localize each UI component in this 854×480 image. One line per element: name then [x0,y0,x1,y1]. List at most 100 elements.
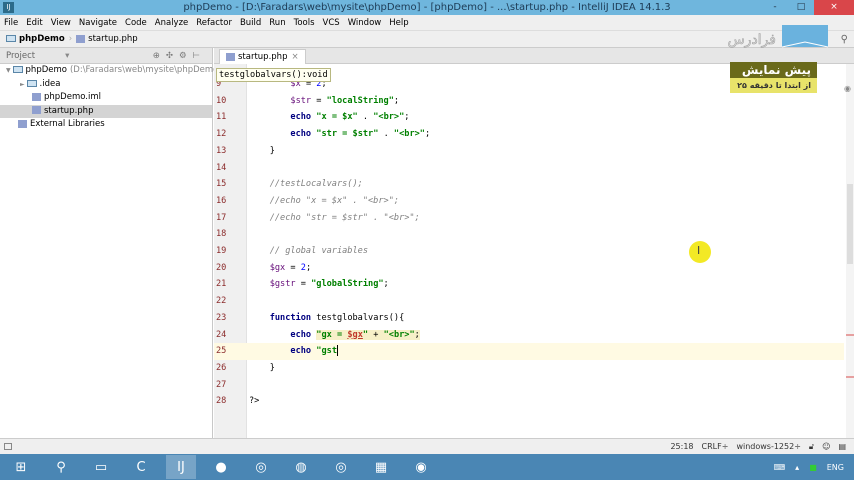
line-separator[interactable]: CRLF÷ [702,442,729,451]
tree-item[interactable]: startup.php [0,104,212,118]
line-number: 23 [216,312,227,323]
menu-vcs[interactable]: VCS [323,18,340,28]
code-token: echo [290,346,312,357]
breadcrumb-project[interactable]: phpDemo [6,34,65,44]
maximize-button[interactable]: □ [788,0,814,15]
camtasia-icon[interactable]: C [126,455,156,479]
code-line[interactable]: 12 echo "str = $str" . "<br>"; [214,126,844,143]
search-icon[interactable]: ⚲ [46,455,76,479]
code-line[interactable]: 23 function testglobalvars(){ [214,310,844,327]
code-line[interactable]: 27 [214,377,844,394]
code-line[interactable]: 21 $gstr = "globalString"; [214,276,844,293]
tree-item[interactable]: ► .idea [0,78,212,92]
menu-run[interactable]: Run [269,18,285,28]
code-token: . [378,129,394,140]
tray-app-icon[interactable]: ■ [809,463,817,472]
menu-help[interactable]: Help [389,18,408,28]
code-line[interactable]: 24 echo "gx = $gx" + "<br>"; [214,327,844,344]
firefox-icon[interactable]: ● [206,455,236,479]
minimize-button[interactable]: - [762,0,788,15]
menu-tools[interactable]: Tools [294,18,315,28]
code-line[interactable]: 22 [214,293,844,310]
tree-item[interactable]: phpDemo.iml [0,91,212,105]
code-text: echo "gst [249,343,338,360]
chrome-icon[interactable]: ◉ [406,455,436,479]
menu-window[interactable]: Window [348,18,382,28]
menu-refactor[interactable]: Refactor [196,18,232,28]
scrollbar-thumb[interactable] [847,184,853,264]
lock-icon[interactable]: 🔓︎ [809,442,814,452]
promo-badge: پیش نمایش از ابتدا تا دقیقه ۲۵ [730,62,817,93]
event-log-icon[interactable]: ▤ [838,442,846,451]
code-token: ?> [249,396,260,407]
line-number: 25 [216,346,227,357]
menu-edit[interactable]: Edit [26,18,42,28]
code-token: "gx = [316,329,348,340]
spreadsheet-icon[interactable]: ▦ [366,455,396,479]
menu-view[interactable]: View [51,18,71,28]
tree-item-label: .idea [39,78,61,89]
code-line[interactable]: 11 echo "x = $x" . "<br>"; [214,109,844,126]
code-token: "<br>" [383,329,415,340]
code-line[interactable]: 28 ?> [214,393,844,410]
search-icon[interactable]: ⚲ [841,34,848,45]
close-button[interactable]: × [814,0,854,15]
editor-scrollbar[interactable] [846,64,854,438]
code-line[interactable]: 17 //echo "str = $str" . "<br>"; [214,210,844,227]
code-line[interactable]: 10 $str = "localString"; [214,93,844,110]
line-number: 10 [216,95,227,106]
code-line[interactable]: 19 // global variables [214,243,844,260]
code-line[interactable]: 13 } [214,143,844,160]
code-token: "<br>" [393,129,425,140]
file-explorer-icon[interactable]: ▭ [86,455,116,479]
menu-file[interactable]: File [4,18,18,28]
code-line[interactable]: 15 //testLocalvars(); [214,176,844,193]
menu-code[interactable]: Code [125,18,147,28]
eye-icon[interactable]: ◉ [844,84,851,93]
tab-close-icon[interactable]: × [291,52,298,62]
tree-item[interactable]: External Libraries [0,118,212,132]
caret-position[interactable]: 25:18 [670,442,693,451]
panel-tools-icons[interactable]: ⊕✣⚙⊢ [153,51,206,61]
tree-item[interactable]: ▼ phpDemo (D:\Faradars\web\mysite\phpDemo… [0,64,222,78]
code-token: ; [305,262,312,273]
file-encoding[interactable]: windows-1252÷ [736,442,800,451]
code-line[interactable]: 18 [214,226,844,243]
inspector-icon[interactable]: ☺ [822,442,830,451]
line-number: 20 [216,262,227,273]
tab-startup-php[interactable]: startup.php × [219,49,306,64]
code-text: echo "gx = $gx" + "<br>"; [249,327,420,344]
code-token: "x = $x" [316,112,358,123]
menu-analyze[interactable]: Analyze [155,18,189,28]
code-line[interactable]: 20 $gx = 2; [214,260,844,277]
code-text: function testglobalvars(){ [249,310,405,327]
intellij-icon[interactable]: IJ [166,455,196,479]
error-marker[interactable] [846,334,854,336]
menu-navigate[interactable]: Navigate [79,18,117,28]
code-line[interactable]: 25 echo "gst [214,343,844,360]
project-view-dropdown[interactable]: Project [6,51,35,61]
code-line[interactable]: 16 //echo "x = $x" . "<br>"; [214,193,844,210]
app-icon[interactable]: ◎ [246,455,276,479]
media-icon[interactable]: ◍ [286,455,316,479]
app-icon-2[interactable]: ◎ [326,455,356,479]
tool-windows-toggle-icon[interactable] [4,443,12,450]
taskbar: ⊞ ⚲ ▭ C IJ ● ◎ ◍ ◎ ▦ ◉ ⌨ ▴ ■ ENG [0,454,854,480]
code-token: ; [404,112,410,123]
error-marker[interactable] [846,376,854,378]
menu-build[interactable]: Build [240,18,261,28]
code-line[interactable]: 14 [214,160,844,177]
breadcrumb-file[interactable]: startup.php [76,34,141,44]
code-line[interactable]: 26 } [214,360,844,377]
tray-expand-icon[interactable]: ▴ [795,463,799,472]
code-editor[interactable]: 9 $x = 2; 10 $str = "localString"; 11 echo… [214,64,854,438]
keyboard-icon[interactable]: ⌨ [774,463,786,472]
language-indicator[interactable]: ENG [827,463,844,472]
windows-start-icon[interactable]: ⊞ [6,455,36,479]
code-text: $gstr = "globalString"; [249,276,389,293]
